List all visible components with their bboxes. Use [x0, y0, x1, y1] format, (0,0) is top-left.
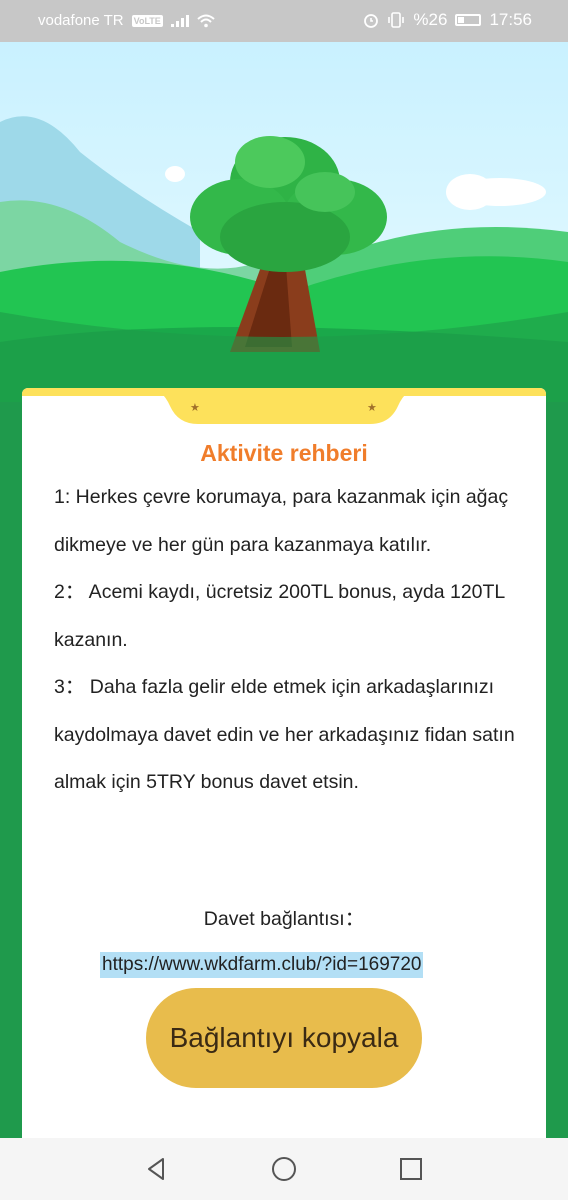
- alarm-icon: [364, 14, 379, 28]
- home-icon[interactable]: [270, 1155, 298, 1183]
- guide-step-3: 3： Daha fazla gelir elde etmek için arka…: [54, 676, 515, 793]
- recents-icon[interactable]: [397, 1155, 425, 1183]
- guide-step-1: 1: Herkes çevre korumaya, para kazanmak …: [54, 486, 509, 556]
- invite-link[interactable]: https://www.wkdfarm.club/?id=169720: [100, 952, 424, 978]
- guide-title: Aktivite rehberi: [200, 440, 368, 466]
- star-icon: ★: [190, 402, 200, 414]
- guide-step-2: 2： Acemi kaydı, ücretsiz 200TL bonus, ay…: [54, 581, 505, 651]
- copy-link-button[interactable]: Bağlantıyı kopyala: [146, 988, 422, 1088]
- carrier-name: vodafone TR: [38, 12, 124, 29]
- battery-icon: [455, 14, 482, 26]
- signal-icon: [170, 14, 189, 27]
- back-icon[interactable]: [143, 1155, 171, 1183]
- activity-guide-card: ★ ★ Aktivite rehberi 1: Herkes çevre kor…: [22, 388, 546, 1148]
- status-bar: vodafone TR VoLTE %26 17:56: [0, 0, 568, 42]
- invite-link-label: Davet bağlantısı：: [203, 908, 365, 930]
- guide-text: 1: Herkes çevre korumaya, para kazanmak …: [54, 474, 516, 807]
- star-icon: ★: [367, 402, 377, 414]
- navigation-bar: [0, 1138, 568, 1200]
- wifi-icon: [197, 14, 215, 27]
- vibrate-icon: [388, 12, 405, 28]
- clock: 17:56: [489, 10, 532, 29]
- tree-banner: [0, 42, 568, 402]
- battery-percent: %26: [413, 10, 448, 29]
- card-header-tab: [148, 388, 420, 424]
- volte-badge: VoLTE: [131, 14, 163, 27]
